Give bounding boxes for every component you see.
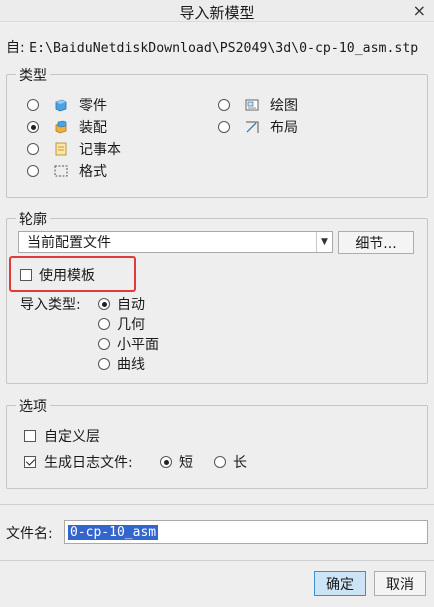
import-auto-radio[interactable] [98,298,110,310]
options-group-legend: 选项 [16,396,50,416]
source-path: 自: E:\BaiduNetdiskDownload\PS2049\3d\0-c… [6,37,418,57]
type-group: 类型 零件 装配 记事本 格式 绘图 布局 [6,65,428,198]
use-template-label: 使用模板 [39,268,95,284]
type-assembly-radio[interactable] [27,121,39,133]
window-title: 导入新模型 [179,4,255,22]
import-curve-radio[interactable] [98,358,110,370]
log-short-label: 短 [179,455,193,471]
cancel-button[interactable]: 取消 [374,571,426,596]
import-curve-label: 曲线 [117,357,145,373]
custom-layer-label: 自定义层 [44,429,100,445]
layout-icon [246,121,259,133]
ok-button[interactable]: 确定 [314,571,366,596]
part-icon [55,99,67,112]
type-notebook-radio[interactable] [27,143,39,155]
log-short-radio[interactable] [160,456,172,468]
log-long-radio[interactable] [214,456,226,468]
profile-dropdown[interactable]: 当前配置文件 ▼ [18,231,333,253]
assembly-icon [55,120,67,134]
source-path-label: 自: [6,40,25,56]
import-geometry-label: 几何 [117,317,145,333]
type-option-format[interactable]: 格式 [27,161,107,181]
notebook-icon [55,142,67,156]
type-option-assembly[interactable]: 装配 [27,117,107,137]
type-layout-label: 布局 [270,120,298,136]
log-long-option[interactable]: 长 [214,452,247,472]
chevron-down-icon[interactable]: ▼ [316,232,332,252]
details-button[interactable]: 细节... [338,231,414,254]
close-icon[interactable]: × [413,1,426,20]
type-format-radio[interactable] [27,165,39,177]
type-notebook-label: 记事本 [79,142,121,158]
import-type-facet[interactable]: 小平面 [98,334,159,354]
profile-dropdown-value: 当前配置文件 [27,235,111,251]
type-part-radio[interactable] [27,99,39,111]
filename-label: 文件名: [6,526,53,542]
format-icon [54,165,68,177]
options-group: 选项 [6,396,428,489]
custom-layer-checkbox[interactable] [24,430,36,442]
divider-bottom [0,560,434,561]
type-layout-radio[interactable] [218,121,230,133]
log-long-label: 长 [233,455,247,471]
type-group-legend: 类型 [16,65,50,85]
drawing-icon [245,99,259,111]
divider-top [0,504,434,505]
import-type-geometry[interactable]: 几何 [98,314,145,334]
import-facet-radio[interactable] [98,338,110,350]
source-path-value: E:\BaiduNetdiskDownload\PS2049\3d\0-cp-1… [29,41,419,56]
log-file-checkbox[interactable] [24,456,36,468]
type-drawing-label: 绘图 [270,98,298,114]
profile-group-legend: 轮廓 [16,209,50,229]
use-template-option[interactable]: 使用模板 [20,265,95,285]
import-type-curve[interactable]: 曲线 [98,354,145,374]
title-bar: 导入新模型 × [0,0,434,22]
filename-value: 0-cp-10_asm [68,524,159,540]
type-drawing-radio[interactable] [218,99,230,111]
import-type-auto[interactable]: 自动 [98,294,145,314]
type-part-label: 零件 [79,98,107,114]
log-short-option[interactable]: 短 [160,452,193,472]
use-template-checkbox[interactable] [20,269,32,281]
import-geometry-radio[interactable] [98,318,110,330]
type-assembly-label: 装配 [79,120,107,136]
type-option-notebook[interactable]: 记事本 [27,139,121,159]
custom-layer-option[interactable]: 自定义层 [24,426,100,446]
type-option-part[interactable]: 零件 [27,95,107,115]
type-format-label: 格式 [79,164,107,180]
filename-input[interactable]: 0-cp-10_asm [64,520,428,544]
log-file-option[interactable]: 生成日志文件: [24,452,133,472]
type-option-layout[interactable]: 布局 [218,117,298,137]
import-auto-label: 自动 [117,297,145,313]
import-facet-label: 小平面 [117,337,159,353]
log-file-label: 生成日志文件: [44,455,133,471]
type-option-drawing[interactable]: 绘图 [218,95,298,115]
import-type-label: 导入类型: [20,297,81,313]
